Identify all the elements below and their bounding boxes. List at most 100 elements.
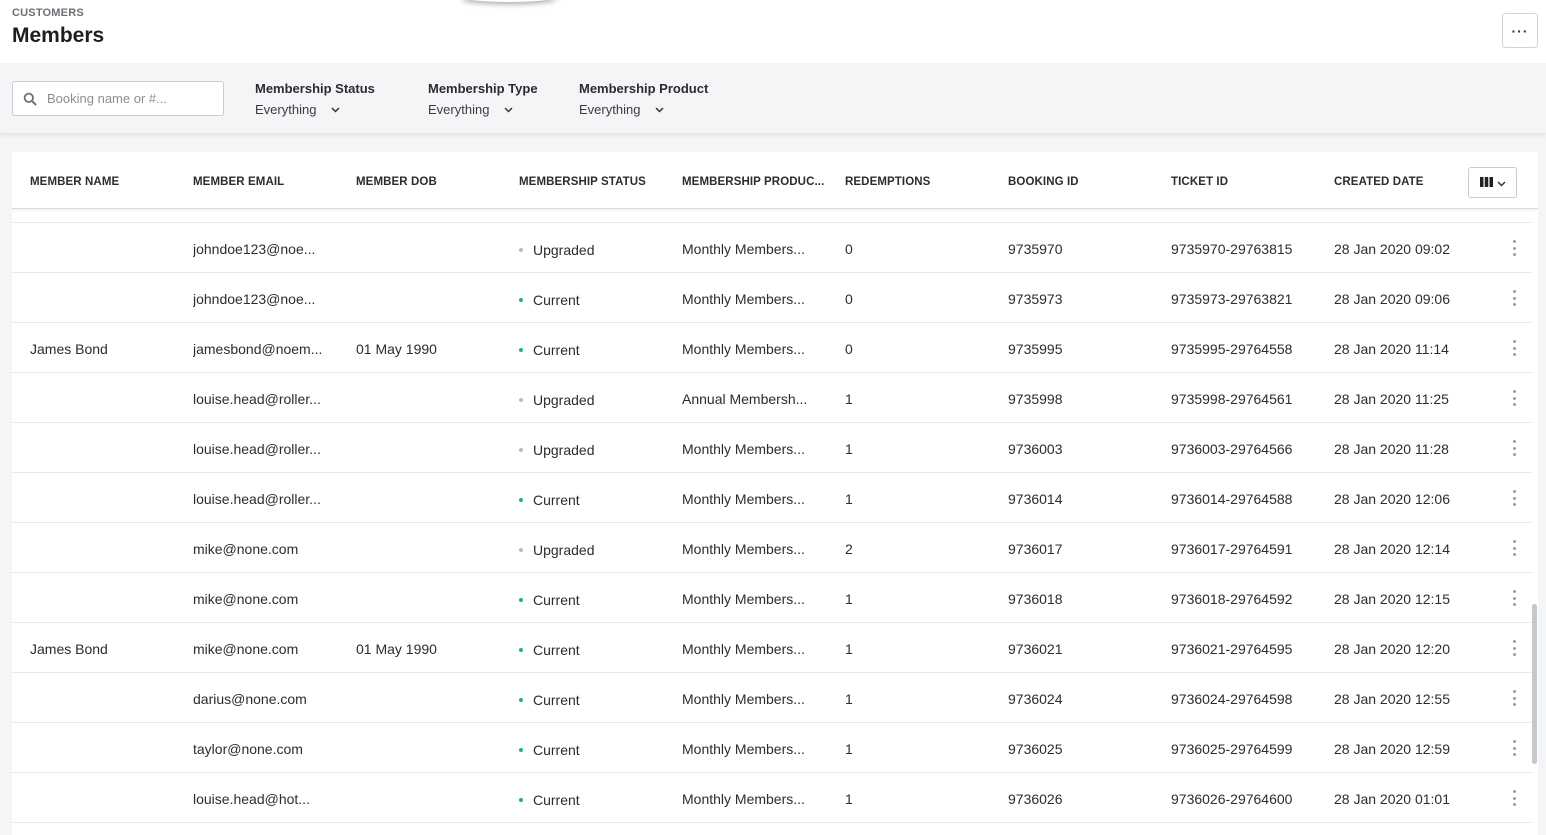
membership-status-cell: Current: [519, 492, 669, 508]
membership-status-cell: Current: [519, 342, 669, 358]
kebab-menu-icon[interactable]: [1508, 689, 1520, 707]
member-email-cell: johndoe123@noe...: [193, 291, 316, 307]
status-dot-icon: [519, 498, 523, 502]
kebab-menu-icon[interactable]: [1508, 789, 1520, 807]
kebab-menu-icon[interactable]: [1508, 639, 1520, 657]
status-dot-icon: [519, 548, 523, 552]
redemptions-cell: 1: [845, 591, 853, 607]
vertical-scrollbar[interactable]: [1532, 604, 1537, 764]
ticket-id-cell: 9735995-29764558: [1171, 341, 1293, 357]
table-row[interactable]: louise.head@roller... Current Monthly Me…: [12, 473, 1532, 523]
membership-product-cell: Monthly Members...: [682, 491, 805, 507]
ticket-id-cell: 9736003-29764566: [1171, 441, 1293, 457]
column-chooser-button[interactable]: [1468, 167, 1517, 198]
membership-status-cell: Upgraded: [519, 242, 669, 258]
membership-product-cell: Monthly Members...: [682, 591, 805, 607]
column-header-created-date[interactable]: CREATED DATE: [1334, 176, 1424, 188]
table-row[interactable]: taylor@none.com Current Monthly Members.…: [12, 723, 1532, 773]
table-row[interactable]: johndoe123@noe... Current Monthly Member…: [12, 273, 1532, 323]
created-date-cell: 28 Jan 2020 01:01: [1334, 791, 1450, 807]
members-table: MEMBER NAME MEMBER EMAIL MEMBER DOB MEMB…: [12, 152, 1538, 835]
more-options-button[interactable]: ···: [1502, 13, 1538, 48]
table-row[interactable]: louise.head@roller... Upgraded Annual Me…: [12, 373, 1532, 423]
table-row[interactable]: louise.head@roller... Upgraded Monthly M…: [12, 423, 1532, 473]
redemptions-cell: 1: [845, 391, 853, 407]
breadcrumb[interactable]: CUSTOMERS: [12, 7, 84, 19]
membership-status-cell: Upgraded: [519, 442, 669, 458]
created-date-cell: 28 Jan 2020 11:14: [1334, 341, 1449, 357]
column-header-member-name[interactable]: MEMBER NAME: [30, 176, 119, 188]
table-row[interactable]: James Bond jamesbond@noem... 01 May 1990…: [12, 323, 1532, 373]
membership-product-cell: Monthly Members...: [682, 691, 805, 707]
ticket-id-cell: 9735970-29763815: [1171, 241, 1293, 257]
table-row[interactable]: johndoe123@noe... Upgraded Monthly Membe…: [12, 223, 1532, 273]
membership-product-value: Everything: [579, 102, 641, 117]
membership-status-cell: Current: [519, 292, 669, 308]
column-header-membership-product[interactable]: MEMBERSHIP PRODUC...: [682, 176, 824, 188]
member-dob-cell: 01 May 1990: [356, 341, 437, 357]
created-date-cell: 28 Jan 2020 12:20: [1334, 641, 1450, 657]
page-title: Members: [12, 24, 105, 47]
columns-icon: [1479, 174, 1493, 192]
kebab-menu-icon[interactable]: [1508, 489, 1520, 507]
membership-status-filter[interactable]: Membership Status Everything: [255, 81, 375, 119]
status-dot-icon: [519, 748, 523, 752]
table-row[interactable]: louise.head@hot... Current Monthly Membe…: [12, 773, 1532, 823]
column-header-member-dob[interactable]: MEMBER DOB: [356, 176, 437, 188]
column-header-member-email[interactable]: MEMBER EMAIL: [193, 176, 284, 188]
column-header-membership-status[interactable]: MEMBERSHIP STATUS: [519, 176, 646, 188]
membership-status-cell: Current: [519, 642, 669, 658]
column-header-redemptions[interactable]: REDEMPTIONS: [845, 176, 930, 188]
chevron-down-icon: [655, 100, 664, 118]
membership-product-label: Membership Product: [579, 81, 709, 96]
created-date-cell: 28 Jan 2020 12:14: [1334, 541, 1450, 557]
redemptions-cell: 0: [845, 241, 853, 257]
membership-product-filter[interactable]: Membership Product Everything: [579, 81, 708, 119]
table-row[interactable]: darius@none.com Current Monthly Members.…: [12, 673, 1532, 723]
booking-id-cell: 9735970: [1008, 241, 1063, 257]
created-date-cell: 28 Jan 2020 12:15: [1334, 591, 1450, 607]
created-date-cell: 28 Jan 2020 12:55: [1334, 691, 1450, 707]
status-dot-icon: [519, 248, 523, 252]
membership-type-value: Everything: [428, 102, 490, 117]
kebab-menu-icon[interactable]: [1508, 239, 1520, 257]
table-row[interactable]: mike@none.com Current Monthly Members...…: [12, 573, 1532, 623]
membership-type-filter[interactable]: Membership Type Everything: [428, 81, 538, 119]
booking-id-cell: 9736021: [1008, 641, 1063, 657]
membership-status-text: Upgraded: [533, 442, 595, 458]
booking-id-cell: 9736014: [1008, 491, 1063, 507]
booking-id-cell: 9736017: [1008, 541, 1063, 557]
kebab-menu-icon[interactable]: [1508, 289, 1520, 307]
membership-status-text: Current: [533, 592, 580, 608]
kebab-menu-icon[interactable]: [1508, 439, 1520, 457]
kebab-menu-icon[interactable]: [1508, 589, 1520, 607]
status-dot-icon: [519, 448, 523, 452]
membership-status-cell: Current: [519, 792, 669, 808]
chevron-down-icon: [504, 100, 513, 118]
redemptions-cell: 0: [845, 291, 853, 307]
kebab-menu-icon[interactable]: [1508, 739, 1520, 757]
member-name-cell: James Bond: [30, 641, 108, 657]
membership-status-cell: Upgraded: [519, 542, 669, 558]
membership-status-text: Current: [533, 792, 580, 808]
status-dot-icon: [519, 398, 523, 402]
kebab-menu-icon[interactable]: [1508, 389, 1520, 407]
kebab-menu-icon[interactable]: [1508, 339, 1520, 357]
search-input[interactable]: [47, 91, 217, 106]
chevron-down-icon: [1496, 174, 1506, 192]
membership-type-label: Membership Type: [428, 81, 538, 96]
membership-product-cell: Annual Membersh...: [682, 391, 808, 407]
status-dot-icon: [519, 348, 523, 352]
redemptions-cell: 1: [845, 791, 853, 807]
table-row[interactable]: James Bond mike@none.com 01 May 1990 Cur…: [12, 623, 1532, 673]
member-email-cell: louise.head@roller...: [193, 441, 321, 457]
created-date-cell: 28 Jan 2020 12:59: [1334, 741, 1450, 757]
column-header-booking-id[interactable]: BOOKING ID: [1008, 176, 1079, 188]
table-row[interactable]: mike@none.com Upgraded Monthly Members..…: [12, 523, 1532, 573]
search-box[interactable]: [12, 81, 224, 116]
created-date-cell: 28 Jan 2020 11:25: [1334, 391, 1449, 407]
status-dot-icon: [519, 298, 523, 302]
booking-id-cell: 9736018: [1008, 591, 1063, 607]
kebab-menu-icon[interactable]: [1508, 539, 1520, 557]
column-header-ticket-id[interactable]: TICKET ID: [1171, 176, 1228, 188]
